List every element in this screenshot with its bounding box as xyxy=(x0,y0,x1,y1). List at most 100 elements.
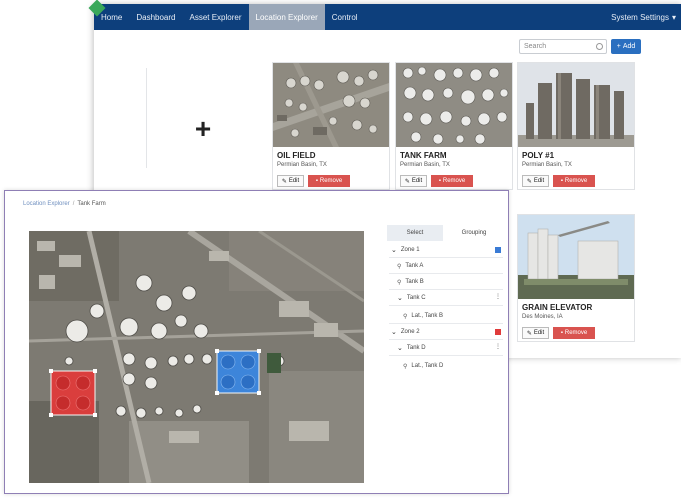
add-location-plus-icon[interactable]: + xyxy=(188,114,218,144)
card-subtitle: Permian Basin, TX xyxy=(400,162,450,168)
trash-icon: ▪ xyxy=(560,330,563,336)
card-title: POLY #1 xyxy=(522,151,555,160)
trash-icon: ▪ xyxy=(315,178,318,184)
card-subtitle: Permian Basin, TX xyxy=(522,162,572,168)
remove-label: Remove xyxy=(564,178,588,184)
edit-button[interactable]: ✎ Edit xyxy=(400,175,427,187)
breadcrumb-current: Tank Farm xyxy=(77,201,106,207)
tree-location-1[interactable]: ⚲ Lat., Tank B xyxy=(403,311,443,321)
divider xyxy=(146,68,147,168)
remove-label: Remove xyxy=(564,330,588,336)
card-title: GRAIN ELEVATOR xyxy=(522,303,593,312)
nav-location-explorer[interactable]: Location Explorer xyxy=(248,4,325,30)
location-icon: ⚲ xyxy=(403,313,408,320)
nav-asset-explorer[interactable]: Asset Explorer xyxy=(182,4,248,30)
plus-icon: + xyxy=(616,43,621,50)
tree-label: Tank B xyxy=(405,279,424,285)
nav-system-settings[interactable]: System Settings ▾ xyxy=(611,4,676,30)
zone-2-color-swatch xyxy=(495,329,501,335)
tree-tank-a[interactable]: ⚲ Tank A xyxy=(397,261,423,271)
chevron-down-icon: ▾ xyxy=(671,12,676,22)
card-title: OIL FIELD xyxy=(277,151,316,160)
edit-label: Edit xyxy=(411,178,423,184)
tree-location-2[interactable]: ⚲ Lat., Tank D xyxy=(403,361,443,371)
edit-icon: ✎ xyxy=(526,178,532,185)
search-placeholder: Search xyxy=(524,43,547,50)
zone-1-selection[interactable] xyxy=(215,349,261,395)
tab-grouping[interactable]: Grouping xyxy=(445,225,503,241)
tree-tank-d[interactable]: ⌄ Tank D xyxy=(397,343,426,353)
edit-icon: ✎ xyxy=(404,178,410,185)
remove-button[interactable]: ▪ Remove xyxy=(553,175,595,187)
tree-label: Lat., Tank B xyxy=(411,313,443,319)
remove-button[interactable]: ▪ Remove xyxy=(308,175,350,187)
grain-elevator-image xyxy=(518,215,634,299)
edit-icon: ✎ xyxy=(281,178,287,185)
edit-icon: ✎ xyxy=(526,330,532,337)
tree-tank-c[interactable]: ⌄ Tank C xyxy=(397,293,426,303)
tree-label: Lat., Tank D xyxy=(411,363,444,369)
side-panel-tabs: Select Grouping xyxy=(387,225,505,241)
edit-button[interactable]: ✎ Edit xyxy=(277,175,304,187)
system-settings-label: System Settings xyxy=(611,12,669,22)
remove-label: Remove xyxy=(442,178,466,184)
add-button-label: Add xyxy=(622,43,636,50)
tree-label: Zone 2 xyxy=(400,329,420,335)
edit-button[interactable]: ✎ Edit xyxy=(522,327,549,339)
breadcrumb: Location Explorer / Tank Farm xyxy=(23,201,106,207)
tank-farm-image xyxy=(396,63,512,147)
tree-label: Tank C xyxy=(406,295,426,301)
tree-zone-2[interactable]: ⌄ Zone 2 xyxy=(391,327,420,337)
trash-icon: ▪ xyxy=(560,178,563,184)
more-icon[interactable]: ⋮ xyxy=(495,293,501,300)
card-title: TANK FARM xyxy=(400,151,447,160)
divider xyxy=(389,289,503,290)
satellite-map[interactable] xyxy=(29,231,364,483)
pin-icon: ⚲ xyxy=(397,263,402,270)
poly-1-image xyxy=(518,63,634,147)
chevron-down-icon: ⌄ xyxy=(397,295,403,302)
divider xyxy=(389,323,503,324)
pin-icon: ⚲ xyxy=(397,279,402,286)
tree-label: Tank A xyxy=(405,263,424,269)
breadcrumb-root-link[interactable]: Location Explorer xyxy=(23,201,70,207)
breadcrumb-separator: / xyxy=(72,201,75,207)
zone-2-selection[interactable] xyxy=(49,369,97,417)
chevron-down-icon: ⌄ xyxy=(391,329,397,336)
card-subtitle: Permian Basin, TX xyxy=(277,162,327,168)
divider xyxy=(389,339,503,340)
location-card-tank-farm[interactable]: TANK FARM Permian Basin, TX ✎ Edit ▪ Rem… xyxy=(395,62,513,190)
location-card-oil-field[interactable]: OIL FIELD Permian Basin, TX ✎ Edit ▪ Rem… xyxy=(272,62,390,190)
divider xyxy=(389,305,503,306)
more-icon[interactable]: ⋮ xyxy=(495,343,501,350)
edit-label: Edit xyxy=(288,178,300,184)
remove-label: Remove xyxy=(319,178,343,184)
tab-select[interactable]: Select xyxy=(387,225,443,241)
trash-icon: ▪ xyxy=(438,178,441,184)
oil-field-image xyxy=(273,63,389,147)
tree-tank-b[interactable]: ⚲ Tank B xyxy=(397,277,424,287)
tree-label: Zone 1 xyxy=(400,247,420,253)
remove-button[interactable]: ▪ Remove xyxy=(553,327,595,339)
location-card-poly-1[interactable]: POLY #1 Permian Basin, TX ✎ Edit ▪ Remov… xyxy=(517,62,635,190)
search-icon xyxy=(596,43,603,50)
divider xyxy=(389,273,503,274)
tree-label: Tank D xyxy=(406,345,426,351)
location-icon: ⚲ xyxy=(403,363,408,370)
location-card-grain-elevator[interactable]: GRAIN ELEVATOR Des Moines, IA ✎ Edit ▪ R… xyxy=(517,214,635,342)
top-nav: Home Dashboard Asset Explorer Location E… xyxy=(88,0,681,30)
nav-control[interactable]: Control xyxy=(325,4,365,30)
card-subtitle: Des Moines, IA xyxy=(522,314,563,320)
edit-label: Edit xyxy=(533,330,545,336)
edit-label: Edit xyxy=(533,178,545,184)
chevron-down-icon: ⌄ xyxy=(391,247,397,254)
tank-farm-detail-window: Location Explorer / Tank Farm Select Gro… xyxy=(4,190,509,494)
remove-button[interactable]: ▪ Remove xyxy=(431,175,473,187)
edit-button[interactable]: ✎ Edit xyxy=(522,175,549,187)
chevron-down-icon: ⌄ xyxy=(397,345,403,352)
divider xyxy=(389,257,503,258)
add-location-button[interactable]: + Add xyxy=(611,39,641,54)
nav-dashboard[interactable]: Dashboard xyxy=(129,4,182,30)
tree-zone-1[interactable]: ⌄ Zone 1 xyxy=(391,245,420,255)
search-input[interactable]: Search xyxy=(519,39,607,54)
